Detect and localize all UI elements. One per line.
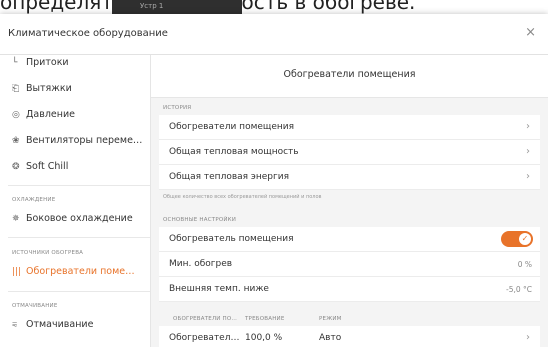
heater-demand: 100,0 % bbox=[245, 333, 283, 343]
chevron-right-icon: › bbox=[526, 332, 530, 343]
table-row[interactable]: Обогревател… 100,0 % Авто › bbox=[159, 326, 540, 347]
inlet-icon: └ bbox=[12, 58, 18, 68]
heater-icon: ||| bbox=[12, 267, 22, 277]
setting-row-outside-temp[interactable]: Внешняя темп. ниже -5,0 °C bbox=[159, 277, 540, 302]
dialog-title: Климатическое оборудование bbox=[8, 28, 168, 39]
row-label: Обогреватели помещения bbox=[169, 122, 295, 132]
chevron-right-icon: › bbox=[526, 171, 530, 182]
sidebar-item-soaking[interactable]: ⩳ Отмачивание bbox=[12, 319, 93, 330]
sidebar-item-pressure[interactable]: ◎ Давление bbox=[12, 109, 75, 120]
min-heating-value: 0 % bbox=[517, 260, 532, 269]
background-strip-text: Устр 1 bbox=[140, 2, 164, 10]
table-header-demand: ТРЕБОВАНИЕ bbox=[245, 316, 285, 322]
sidebar-item-label: Soft Chill bbox=[26, 161, 69, 172]
sidebar-section-heating: ИСТОЧНИКИ ОБОГРЕВА bbox=[12, 250, 84, 256]
soft-chill-icon: ❂ bbox=[12, 162, 20, 172]
sidebar-divider bbox=[8, 237, 150, 238]
history-row-total-energy[interactable]: Общая тепловая энергия › bbox=[159, 165, 540, 190]
row-label: Мин. обогрев bbox=[169, 259, 233, 269]
chevron-right-icon: › bbox=[526, 121, 530, 132]
section-main-settings: ОСНОВНЫЕ НАСТРОЙКИ bbox=[163, 217, 237, 223]
sidebar-item-inlets[interactable]: └ Притоки bbox=[12, 57, 69, 68]
cooling-icon: ✵ bbox=[12, 214, 20, 224]
row-label: Внешняя темп. ниже bbox=[169, 284, 269, 294]
row-label: Общая тепловая энергия bbox=[169, 172, 289, 182]
sidebar-divider bbox=[8, 185, 150, 186]
sidebar-item-label: Вентиляторы переме… bbox=[26, 135, 143, 146]
sidebar-item-label: Боковое охлаждение bbox=[26, 213, 133, 224]
history-row-room-heaters[interactable]: Обогреватели помещения › bbox=[159, 115, 540, 140]
pressure-icon: ◎ bbox=[12, 110, 20, 120]
sidebar-item-label: Отмачивание bbox=[26, 319, 94, 330]
row-label: Общая тепловая мощность bbox=[169, 147, 299, 157]
setting-row-room-heater: Обогреватель помещения ✓ bbox=[159, 227, 540, 252]
main-panel: Обогреватели помещения ИСТОРИЯ Обогреват… bbox=[151, 55, 548, 347]
sidebar-item-soft-chill[interactable]: ❂ Soft Chill bbox=[12, 161, 68, 172]
soaking-icon: ⩳ bbox=[12, 320, 18, 330]
history-note: Общее количество всех обогревателей поме… bbox=[163, 194, 322, 200]
sidebar-item-label: Притоки bbox=[26, 57, 69, 68]
sidebar-item-label: Давление bbox=[26, 109, 75, 120]
section-history: ИСТОРИЯ bbox=[163, 105, 192, 111]
heater-name: Обогревател… bbox=[169, 333, 240, 343]
room-heater-toggle[interactable]: ✓ bbox=[501, 231, 533, 247]
history-row-total-power[interactable]: Общая тепловая мощность › bbox=[159, 140, 540, 165]
background-text: определяться потребность в обогреве. bbox=[0, 0, 416, 14]
setting-row-min-heating[interactable]: Мин. обогрев 0 % bbox=[159, 252, 540, 277]
sidebar-item-label: Вытяжки bbox=[26, 83, 72, 94]
sidebar: └ Притоки ⎗ Вытяжки ◎ Давление ❀ Вентиляторы… bbox=[0, 55, 151, 347]
sidebar-section-soaking: ОТМАЧИВАНИЕ bbox=[12, 303, 58, 309]
main-header: Обогреватели помещения bbox=[151, 55, 548, 98]
dialog-header: Климатическое оборудование × bbox=[0, 14, 548, 55]
table-header-heaters: ОБОГРЕВАТЕЛИ ПО… bbox=[173, 316, 238, 322]
sidebar-item-stir-fans[interactable]: ❀ Вентиляторы переме… bbox=[12, 135, 142, 146]
sidebar-item-exhausts[interactable]: ⎗ Вытяжки bbox=[12, 83, 72, 94]
check-icon: ✓ bbox=[519, 233, 531, 245]
background-dark-strip: Устр 1 bbox=[112, 0, 242, 14]
fan-icon: ❀ bbox=[12, 136, 20, 146]
row-label: Обогреватель помещения bbox=[169, 234, 294, 244]
sidebar-section-cooling: ОХЛАЖДЕНИЕ bbox=[12, 197, 56, 203]
climate-dialog: Климатическое оборудование × └ Притоки ⎗ В… bbox=[0, 14, 548, 347]
chevron-right-icon: › bbox=[526, 146, 530, 157]
sidebar-item-side-cooling[interactable]: ✵ Боковое охлаждение bbox=[12, 213, 133, 224]
exhaust-icon: ⎗ bbox=[12, 84, 20, 94]
table-header-mode: РЕЖИМ bbox=[319, 316, 342, 322]
page-title: Обогреватели помещения bbox=[283, 69, 416, 80]
sidebar-item-room-heaters[interactable]: ||| Обогреватели поме… bbox=[12, 266, 135, 277]
outside-temp-value: -5,0 °C bbox=[505, 285, 532, 294]
heater-mode: Авто bbox=[319, 333, 342, 343]
sidebar-divider bbox=[8, 291, 150, 292]
sidebar-item-label: Обогреватели поме… bbox=[26, 266, 135, 277]
close-icon[interactable]: × bbox=[525, 25, 536, 40]
